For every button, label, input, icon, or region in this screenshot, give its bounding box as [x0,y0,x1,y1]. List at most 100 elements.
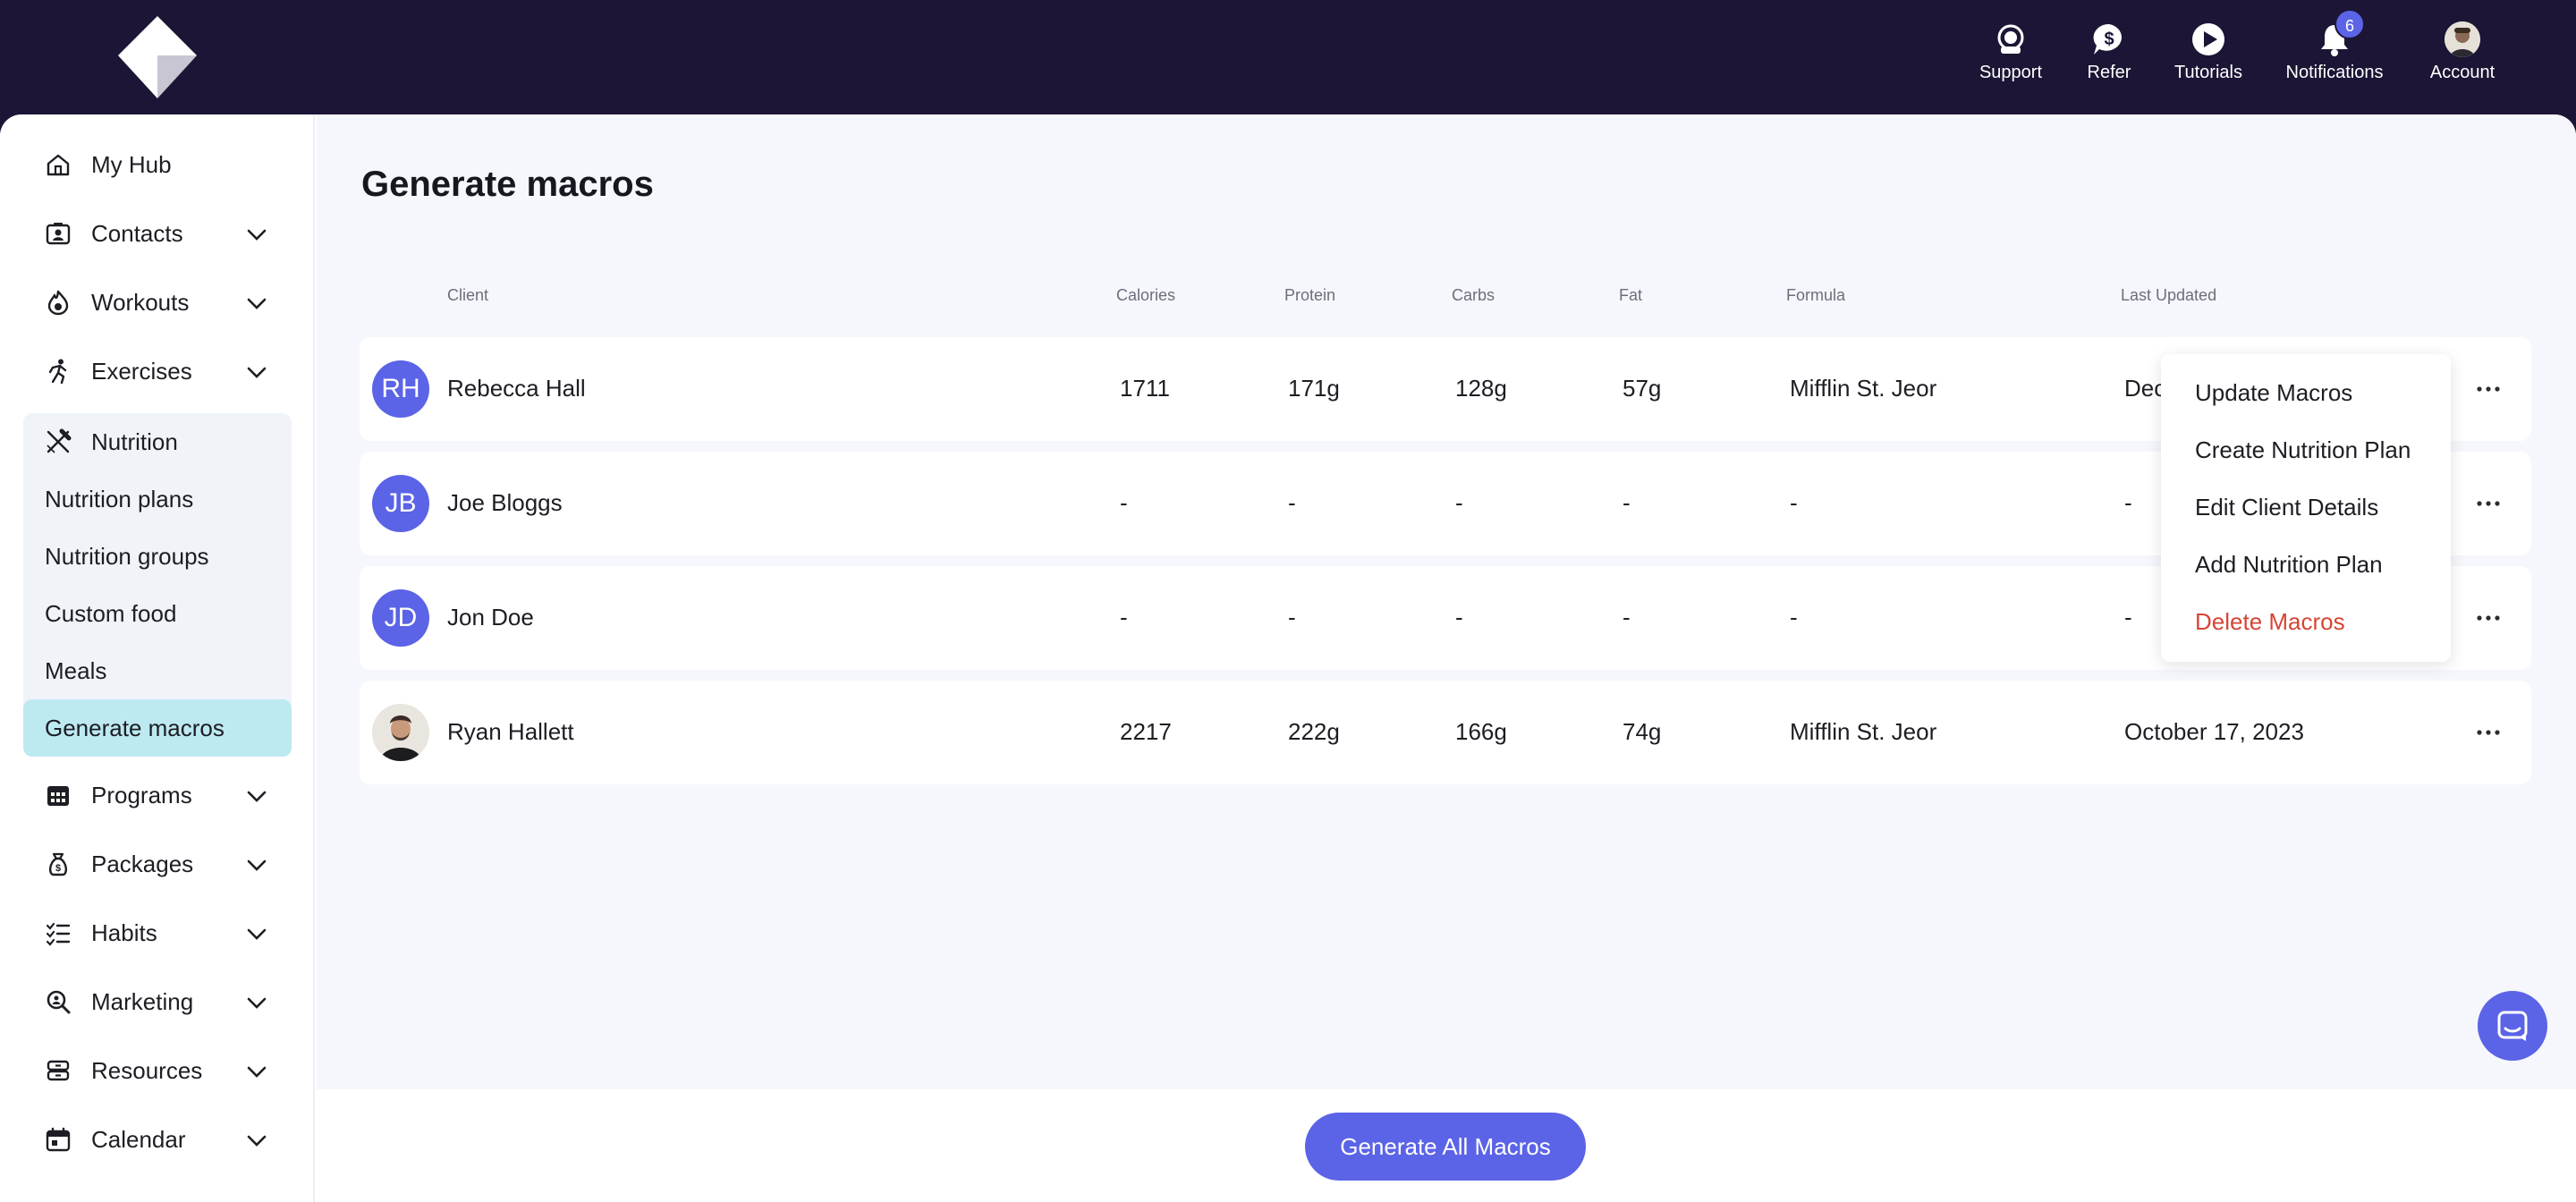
last-updated-value: - [2124,489,2132,516]
menu-item-delete-macros[interactable]: Delete Macros [2195,608,2345,636]
sidebar-subitem-meals[interactable]: Meals [23,642,292,699]
chevron-down-icon [247,1135,267,1147]
chevron-down-icon [247,298,267,309]
checklist-icon [46,922,71,946]
sidebar-item-label: Contacts [91,219,183,247]
menu-item-update-macros[interactable]: Update Macros [2195,379,2352,407]
protein-value: 222g [1288,718,1340,745]
sidebar-subitem-nutrition-plans[interactable]: Nutrition plans [23,470,292,528]
column-header-calories: Calories [1116,286,1176,304]
svg-text:$: $ [2104,30,2114,49]
sidebar-item-marketing[interactable]: Marketing [23,973,292,1030]
client-name[interactable]: Rebecca Hall [447,375,586,402]
generate-all-macros-button[interactable]: Generate All Macros [1305,1113,1586,1181]
sidebar-item-my-hub[interactable]: My Hub [23,136,292,193]
chat-icon [2497,1011,2528,1041]
chevron-down-icon [247,859,267,871]
more-options-icon[interactable] [2470,715,2506,750]
calories-value: - [1120,489,1128,516]
notifications-button[interactable]: 6 Notifications [2283,9,2386,93]
more-options-icon[interactable] [2470,600,2506,636]
sidebar-item-label: Workouts [91,288,190,316]
fat-value: 74g [1623,718,1662,745]
refer-label: Refer [2087,63,2131,82]
menu-item-edit-client-details[interactable]: Edit Client Details [2195,494,2378,521]
client-name[interactable]: Ryan Hallett [447,718,574,746]
sidebar-item-nutrition[interactable]: Nutrition [23,413,292,470]
sidebar-subitem-label: Meals [45,656,107,684]
notifications-label: Notifications [2285,63,2384,82]
calendar-grid-icon [47,786,69,806]
formula-value: - [1790,604,1798,631]
sidebar: My Hub Contacts Workouts Exercises Nutri… [0,114,315,1202]
fat-value: - [1623,489,1631,516]
sidebar-subitem-custom-food[interactable]: Custom food [23,585,292,642]
sidebar-item-label: Exercises [91,357,192,385]
chevron-down-icon [247,791,267,802]
exercises-icon [48,359,67,385]
column-header-last-updated: Last Updated [2121,286,2217,304]
sidebar-subitem-generate-macros[interactable]: Generate macros [23,699,292,757]
avatar [372,704,429,761]
sidebar-item-label: Packages [91,850,194,877]
calories-value: 1711 [1120,375,1170,402]
last-updated-value: October 17, 2023 [2124,718,2304,745]
sidebar-subitem-label: Nutrition groups [45,542,209,570]
sidebar-item-label: My Hub [91,150,172,178]
chevron-down-icon [247,997,267,1009]
sidebar-item-packages[interactable]: $ Packages [23,835,292,893]
fat-value: 57g [1623,375,1662,402]
money-bag-icon: $ [49,852,67,876]
fat-value: - [1623,604,1631,631]
chevron-down-icon [247,1066,267,1078]
sidebar-item-contacts[interactable]: Contacts [23,205,292,262]
more-options-icon[interactable] [2470,486,2506,521]
sidebar-subitem-label: Generate macros [45,714,225,741]
last-updated-value: - [2124,604,2132,631]
menu-item-create-nutrition-plan[interactable]: Create Nutrition Plan [2195,436,2411,464]
fork-knife-icon [47,428,72,453]
formula-value: Mifflin St. Jeor [1790,718,1937,745]
sidebar-item-exercises[interactable]: Exercises [23,343,292,400]
sidebar-item-label: Habits [91,918,157,946]
last-updated-value: Dec [2124,375,2166,402]
brand-logo[interactable] [114,14,200,100]
chevron-down-icon [247,928,267,940]
refer-button[interactable]: $ Refer [2073,21,2145,93]
row-context-menu: Update Macros Create Nutrition Plan Edit… [2161,354,2451,662]
formula-value: - [1790,489,1798,516]
more-options-icon[interactable] [2470,371,2506,407]
contacts-icon [46,223,71,245]
table-row[interactable]: Ryan Hallett 2217 222g 166g 74g Mifflin … [360,681,2531,784]
support-button[interactable]: Support [1975,21,2046,93]
sidebar-item-resources[interactable]: Resources [23,1042,292,1099]
calories-value: 2217 [1120,718,1172,745]
protein-value: - [1288,604,1296,631]
magnify-icon [47,990,71,1014]
client-name[interactable]: Joe Bloggs [447,489,563,517]
sidebar-item-calendar[interactable]: Calendar [23,1111,292,1168]
account-button[interactable]: Account [2424,21,2501,93]
sidebar-subitem-nutrition-groups[interactable]: Nutrition groups [23,528,292,585]
column-header-protein: Protein [1284,286,1336,304]
avatar: JB [372,475,429,532]
client-name[interactable]: Jon Doe [447,604,534,631]
sidebar-item-label: Marketing [91,987,194,1015]
top-bar: Support $ Refer Tutorials 6 Notification… [0,0,2576,114]
calendar-icon [46,1127,71,1152]
sidebar-item-programs[interactable]: Programs [23,766,292,824]
sidebar-item-label: Resources [91,1056,203,1084]
sidebar-item-workouts[interactable]: Workouts [23,274,292,331]
page-title: Generate macros [361,165,654,204]
menu-item-add-nutrition-plan[interactable]: Add Nutrition Plan [2195,551,2383,579]
carbs-value: 166g [1455,718,1507,745]
sidebar-item-habits[interactable]: Habits [23,904,292,961]
column-header-formula: Formula [1786,286,1846,304]
support-label: Support [1979,63,2043,82]
protein-value: - [1288,489,1296,516]
sidebar-item-label: Calendar [91,1125,186,1153]
tutorials-button[interactable]: Tutorials [2168,21,2249,93]
chat-launcher-button[interactable] [2478,991,2547,1061]
column-header-carbs: Carbs [1452,286,1496,304]
client-photo [372,704,429,761]
